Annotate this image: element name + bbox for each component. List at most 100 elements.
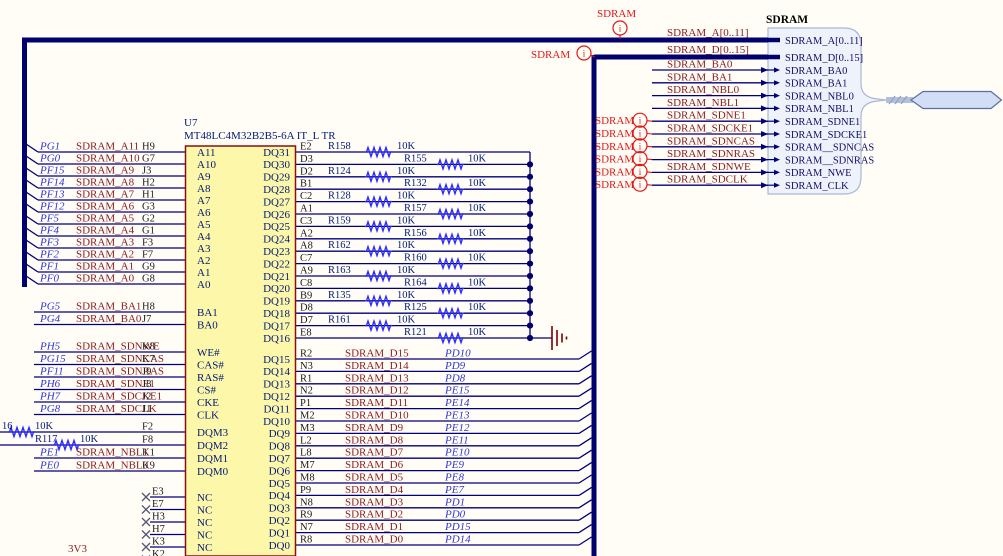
harness-entry-label[interactable]: SDRAM_SDCKE1: [785, 130, 867, 141]
net-label[interactable]: SDRAM_A1: [76, 261, 134, 273]
resistor-refdes[interactable]: R125: [404, 302, 427, 313]
resistor-value[interactable]: 10K: [468, 277, 487, 288]
net-label[interactable]: SDRAM_SDNE1: [667, 110, 746, 122]
pin-number[interactable]: D3: [300, 154, 313, 165]
net-label[interactable]: SDRAM_BA1: [76, 301, 141, 313]
net-label[interactable]: SDRAM_A7: [76, 189, 135, 201]
mcu-pin-label[interactable]: PF0: [39, 273, 59, 285]
pullup-resistor-R162[interactable]: [365, 244, 392, 258]
net-label[interactable]: SDRAM_SDNCAS: [667, 135, 755, 147]
net-label[interactable]: SDRAM_A11: [76, 141, 139, 153]
mcu-pin-label[interactable]: PF2: [39, 249, 59, 261]
net-label[interactable]: SDRAM_D11: [345, 397, 408, 409]
pin-number[interactable]: P1: [300, 398, 311, 409]
resistor-value[interactable]: 10K: [397, 191, 416, 202]
pin-number[interactable]: G7: [142, 154, 155, 165]
net-label[interactable]: SDRAM_D7: [345, 447, 404, 459]
pullup-resistor-R155[interactable]: [437, 157, 464, 172]
pin-number[interactable]: J7: [142, 314, 151, 325]
net-label[interactable]: SDRAM_D12: [345, 385, 409, 397]
resistor-refdes[interactable]: R157: [404, 203, 427, 214]
pin-number[interactable]: R2: [300, 349, 312, 360]
pin-number[interactable]: A1: [300, 204, 313, 215]
parameter-marker-label[interactable]: SDRAM: [595, 128, 634, 140]
resistor-value[interactable]: 10K: [397, 166, 416, 177]
resistor-refdes[interactable]: 16: [2, 421, 13, 432]
net-label[interactable]: SDRAM_A0: [76, 273, 135, 285]
pin-number[interactable]: J3: [142, 166, 151, 177]
mcu-pin-label[interactable]: PE1: [39, 447, 59, 459]
pin-number[interactable]: J8: [142, 379, 151, 390]
pin-number[interactable]: G1: [142, 226, 155, 237]
resistor-refdes[interactable]: R121: [404, 327, 427, 338]
net-label[interactable]: SDRAM_D9: [345, 422, 404, 434]
pin-number[interactable]: M7: [300, 460, 315, 471]
resistor-refdes[interactable]: R158: [328, 141, 351, 152]
resistor-value[interactable]: 10K: [397, 265, 416, 276]
mcu-pin-label[interactable]: PE14: [444, 397, 470, 409]
mcu-pin-label[interactable]: PF14: [39, 177, 65, 189]
harness-entry-label[interactable]: SDRAM_NWE: [785, 168, 852, 179]
harness-entry-label[interactable]: SDRAM__SDNCAS: [785, 143, 874, 154]
pin-number[interactable]: K7: [142, 354, 155, 365]
net-label[interactable]: SDRAM_BA1: [667, 71, 732, 83]
mcu-pin-label[interactable]: PH5: [39, 341, 61, 353]
net-label[interactable]: SDRAM_A5: [76, 213, 135, 225]
mcu-pin-label[interactable]: PG4: [39, 313, 61, 325]
net-label[interactable]: SDRAM_D5: [345, 472, 404, 484]
pullup-resistor-R163[interactable]: [365, 269, 392, 283]
pin-number[interactable]: F8: [142, 435, 153, 446]
pullup-resistor-R125[interactable]: [437, 306, 464, 320]
mcu-pin-label[interactable]: PD14: [444, 534, 471, 546]
mcu-pin-label[interactable]: PG0: [39, 153, 61, 165]
pin-number[interactable]: K8: [142, 342, 155, 353]
harness-entry-label[interactable]: SDRAM_BA1: [785, 79, 847, 90]
resistor-refdes[interactable]: R135: [328, 290, 351, 301]
harness-entry-label[interactable]: SDRAM_CLK: [785, 181, 849, 192]
resistor-refdes[interactable]: R159: [328, 215, 351, 226]
pin-number[interactable]: G9: [142, 262, 155, 273]
pin-number[interactable]: N8: [300, 497, 313, 508]
pin-number[interactable]: H9: [142, 142, 155, 153]
pin-number[interactable]: E8: [300, 328, 312, 339]
pin-number[interactable]: K9: [142, 461, 155, 472]
pin-number[interactable]: F2: [142, 422, 153, 433]
pin-number[interactable]: R1: [300, 373, 312, 384]
pin-number[interactable]: G3: [142, 202, 155, 213]
pin-number[interactable]: C7: [300, 253, 312, 264]
pullup-resistor-R161[interactable]: [365, 318, 392, 333]
resistor-refdes[interactable]: R162: [328, 240, 351, 251]
net-label[interactable]: SDRAM_NBL1: [76, 447, 148, 459]
harness-entry-label[interactable]: SDRAM_A[0..11]: [785, 36, 863, 47]
net-label[interactable]: SDRAM_D13: [345, 372, 409, 384]
resistor-value[interactable]: 10K: [397, 315, 416, 326]
mcu-pin-label[interactable]: PG1: [39, 141, 60, 153]
net-label[interactable]: SDRAM_A3: [76, 237, 135, 249]
mcu-pin-label[interactable]: PF3: [39, 237, 59, 249]
pin-number[interactable]: L2: [300, 435, 312, 446]
bus-parameter-marker-label[interactable]: SDRAM: [531, 49, 570, 61]
net-label[interactable]: SDRAM_SDNRAS: [667, 148, 755, 160]
pin-number[interactable]: F7: [142, 250, 153, 261]
pin-number[interactable]: K1: [142, 448, 155, 459]
pin-number[interactable]: E2: [300, 142, 312, 153]
pin-number[interactable]: C2: [300, 191, 312, 202]
pin-number[interactable]: D2: [300, 166, 313, 177]
pin-number[interactable]: A8: [300, 241, 313, 252]
resistor-refdes[interactable]: R155: [404, 153, 427, 164]
resistor-refdes[interactable]: R132: [404, 178, 427, 189]
mcu-pin-label[interactable]: PE11: [444, 434, 469, 446]
mcu-pin-label[interactable]: PG5: [39, 301, 61, 313]
net-label[interactable]: SDRAM_SDNWE: [667, 161, 751, 173]
component-refdes[interactable]: U7: [184, 117, 198, 129]
resistor-value[interactable]: 10K: [468, 302, 487, 313]
net-label[interactable]: SDRAM_A9: [76, 165, 135, 177]
resistor-refdes[interactable]: R164: [404, 277, 428, 288]
pin-number[interactable]: N3: [300, 361, 313, 372]
net-label[interactable]: SDRAM_D8: [345, 434, 404, 446]
resistor-value[interactable]: 10K: [468, 327, 487, 338]
harness-entry-label[interactable]: SDRAM_BA0: [785, 66, 847, 77]
net-label[interactable]: SDRAM_A6: [76, 201, 135, 213]
mcu-pin-label[interactable]: PE12: [444, 422, 470, 434]
parameter-marker-label[interactable]: SDRAM: [595, 179, 634, 191]
